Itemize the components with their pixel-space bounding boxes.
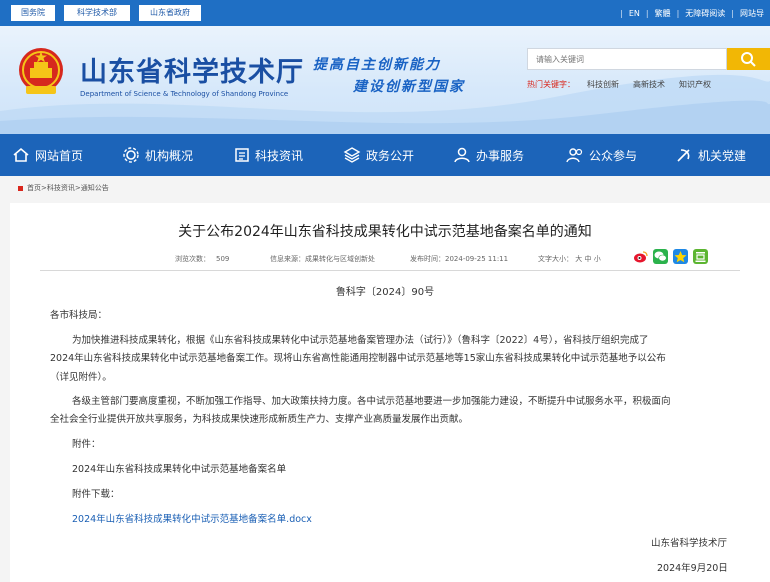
hot-keyword[interactable]: 知识产权 — [679, 79, 711, 90]
hot-keyword[interactable]: 科技创新 — [587, 79, 619, 90]
sign-date: 2024年9月20日 — [657, 563, 728, 574]
paragraph-2-line-1: 各级主管部门要高度重视，不断加强工作指导、加大政策扶持力度。各中试示范基地要进一… — [72, 396, 671, 407]
hot-keyword[interactable]: 高新技术 — [633, 79, 665, 90]
breadcrumb-level2[interactable]: 通知公告 — [81, 183, 109, 193]
font-size-large[interactable]: 大 — [575, 255, 582, 263]
douban-share-icon[interactable] — [693, 249, 708, 264]
accessibility-link[interactable]: 无障碍阅读 — [679, 8, 731, 19]
view-count: 浏览次数： 509 — [175, 255, 230, 263]
hot-keywords-label: 热门关键字： — [527, 80, 575, 89]
slogan-line-2: 建设创新型国家 — [353, 79, 465, 95]
qzone-share-icon[interactable] — [673, 249, 688, 264]
location-icon — [18, 185, 23, 191]
home-icon — [13, 147, 29, 162]
search-input[interactable] — [527, 48, 727, 70]
party-emblem-icon — [677, 149, 690, 162]
attachment-name: 2024年山东省科技成果转化中试示范基地备案名单 — [72, 464, 287, 475]
paragraph-1-line-2: 2024年山东省科技成果转化中试示范基地备案工作。现将山东省高性能通用控制器中试… — [50, 353, 666, 364]
gear-icon — [123, 147, 139, 163]
nav-about[interactable]: 机构概况 — [122, 134, 193, 176]
breadcrumb: 首页 > 科技资讯 > 通知公告 — [18, 182, 109, 194]
layers-icon — [343, 147, 361, 163]
signature: 山东省科学技术厅 — [651, 538, 728, 549]
article-title: 关于公布2024年山东省科技成果转化中试示范基地备案名单的通知 — [178, 224, 592, 240]
site-title: 山东省科学技术厅 — [80, 57, 304, 88]
site-title-english: Department of Science & Technology of Sh… — [80, 90, 289, 98]
site-nav-link[interactable]: 网站导 — [734, 8, 770, 19]
font-size-small[interactable]: 小 — [594, 255, 601, 263]
national-emblem-icon — [19, 48, 63, 94]
site-header: 山东省科学技术厅 Department of Science & Technol… — [0, 26, 770, 134]
english-link[interactable]: EN — [623, 9, 646, 18]
font-size-medium[interactable]: 中 — [584, 255, 591, 263]
download-label: 附件下载： — [72, 489, 120, 500]
breadcrumb-home[interactable]: 首页 — [27, 183, 41, 193]
nav-services[interactable]: 办事服务 — [453, 134, 524, 176]
main-nav: 网站首页 机构概况 科技资讯 政务公开 办事服务 公众参与 机关党建 — [0, 134, 770, 176]
search-icon — [741, 52, 756, 67]
title-divider — [40, 270, 740, 271]
traditional-chinese-link[interactable]: 繁體 — [649, 8, 677, 19]
nav-party-building[interactable]: 机关党建 — [675, 134, 746, 176]
breadcrumb-level1[interactable]: 科技资讯 — [47, 183, 75, 193]
nav-home[interactable]: 网站首页 — [12, 134, 83, 176]
salutation: 各市科技局： — [50, 310, 108, 321]
attachment-download-link[interactable]: 2024年山东省科技成果转化中试示范基地备案名单.docx — [72, 511, 312, 525]
document-icon — [235, 148, 249, 162]
link-state-council[interactable]: 国务院 — [11, 5, 55, 21]
nav-gov-affairs[interactable]: 政务公开 — [343, 134, 414, 176]
top-right-links: | EN | 繁體 | 无障碍阅读 | 网站导 — [620, 0, 770, 26]
publish-time: 发布时间：2024-09-25 11:11 — [410, 255, 509, 263]
attachment-label: 附件： — [72, 439, 101, 450]
paragraph-1-line-1: 为加快推进科技成果转化，根据《山东省科技成果转化中试示范基地备案管理办法（试行）… — [72, 335, 649, 346]
paragraph-2-line-2: 全社会全行业提供开放共享服务，为科技成果快速形成新质生产力、支撑产业高质量发展作… — [50, 414, 469, 425]
weibo-share-icon[interactable] — [633, 249, 648, 264]
wechat-share-icon[interactable] — [653, 249, 668, 264]
link-shandong-gov[interactable]: 山东省政府 — [139, 5, 201, 21]
document-number: 鲁科字〔2024〕90号 — [335, 287, 435, 298]
font-size-control: 文字大小： 大 中 小 — [538, 255, 601, 263]
top-bar: 国务院 科学技术部 山东省政府 | EN | 繁體 | 无障碍阅读 | 网站导 — [0, 0, 770, 26]
paragraph-1-line-3: （详见附件）。 — [50, 372, 112, 383]
link-most[interactable]: 科学技术部 — [64, 5, 130, 21]
nav-news[interactable]: 科技资讯 — [234, 134, 303, 176]
search-button[interactable] — [727, 48, 770, 70]
nav-participation[interactable]: 公众参与 — [566, 134, 637, 176]
user-icon — [454, 147, 470, 163]
info-source: 信息来源：成果转化与区域创新处 — [270, 255, 375, 263]
slogan-line-1: 提高自主创新能力 — [313, 57, 441, 73]
people-icon — [566, 148, 583, 163]
